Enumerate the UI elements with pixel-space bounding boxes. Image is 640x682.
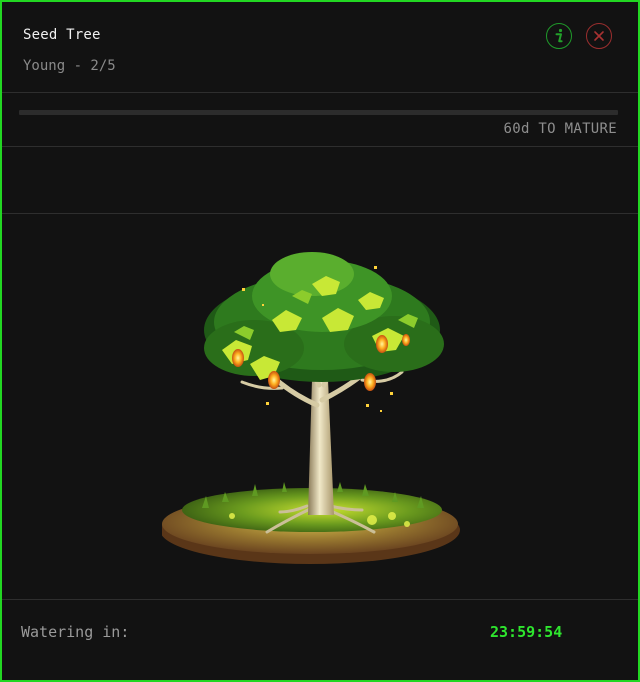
seed-tree-image[interactable] [162, 240, 482, 570]
panel-title: Seed Tree [23, 27, 101, 43]
tree-display [2, 214, 638, 600]
info-button[interactable] [546, 23, 572, 49]
watering-timer: 23:59:54 [490, 623, 563, 641]
maturity-progress-bar [19, 110, 618, 115]
watering-label: Watering in: [21, 623, 130, 641]
watering-footer: Watering in: 23:59:54 [2, 600, 638, 680]
header-divider [2, 92, 638, 93]
status-row [2, 147, 638, 213]
panel-header: Seed Tree Young - 2/5 [2, 2, 638, 92]
close-button[interactable] [586, 23, 612, 49]
time-to-mature-label: 60d TO MATURE [503, 121, 617, 137]
close-icon [594, 31, 604, 41]
seed-tree-panel: Seed Tree Young - 2/5 60d TO MATURE Wate… [0, 0, 640, 682]
info-icon [555, 28, 563, 43]
growth-stage-label: Young - 2/5 [23, 58, 116, 74]
